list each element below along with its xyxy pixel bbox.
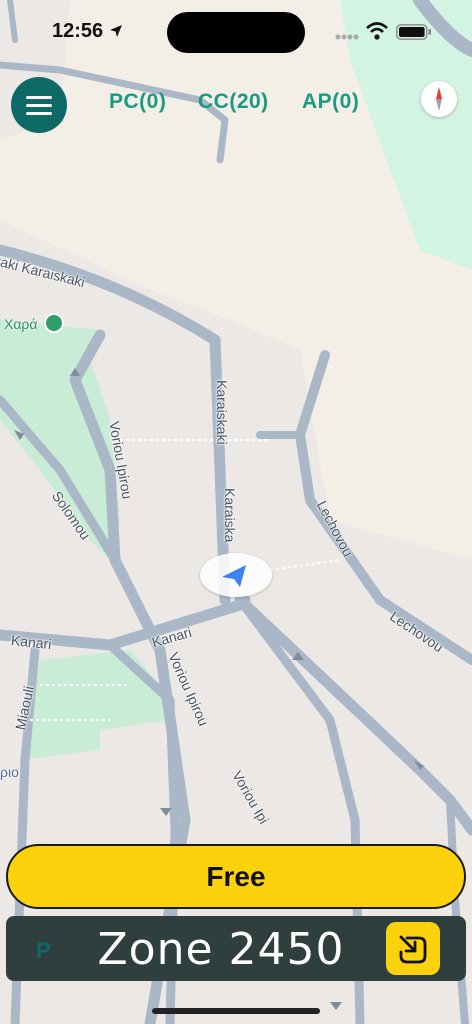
location-services-icon bbox=[110, 25, 122, 37]
wifi-icon bbox=[366, 22, 388, 40]
counter-ap[interactable]: AP(0) bbox=[302, 90, 359, 114]
compass-button[interactable] bbox=[421, 81, 457, 117]
zone-action-button[interactable] bbox=[386, 922, 440, 975]
park-pin-icon[interactable] bbox=[44, 313, 64, 333]
counter-cc[interactable]: CC(20) bbox=[198, 90, 269, 114]
user-location-marker bbox=[200, 553, 272, 597]
battery-icon bbox=[396, 24, 431, 40]
zone-panel: P Zone 2450 bbox=[6, 916, 466, 981]
counter-pc[interactable]: PC(0) bbox=[109, 90, 166, 114]
place-label-edge: ριο bbox=[0, 764, 19, 780]
navigation-arrow-icon bbox=[222, 565, 246, 587]
dynamic-island bbox=[167, 12, 305, 53]
status-bar: 12:56 bbox=[0, 0, 472, 64]
counter-bar: PC(0) CC(20) AP(0) bbox=[0, 90, 472, 116]
free-button[interactable]: Free bbox=[6, 844, 466, 909]
cellular-signal-icon bbox=[335, 34, 359, 40]
street-label-karaiskaki-vertical-2: Karaiska bbox=[222, 488, 238, 543]
home-indicator[interactable] bbox=[152, 1008, 320, 1014]
enter-zone-icon bbox=[399, 935, 427, 964]
poi-label: Χαρά bbox=[4, 316, 38, 332]
compass-icon bbox=[436, 87, 442, 111]
status-time: 12:56 bbox=[52, 20, 104, 42]
street-label-karaiskaki-vertical: Karaiskaki bbox=[214, 380, 230, 445]
zone-label: Zone 2450 bbox=[97, 924, 345, 975]
